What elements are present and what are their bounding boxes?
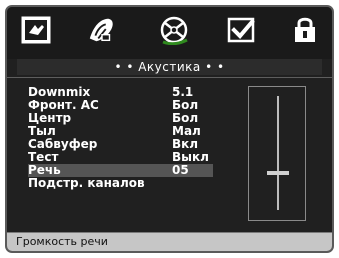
tab-audio[interactable]: [87, 15, 117, 45]
checkbox-icon: [227, 17, 255, 43]
osd-window: • • Акустика • • Downmix 5.1 Фронт. АС Бол Ц…: [5, 5, 334, 253]
lock-icon: [295, 17, 315, 42]
tab-speaker-settings[interactable]: [21, 15, 51, 45]
status-bar: Громкость речи: [7, 233, 332, 251]
speaker-settings-icon: [21, 16, 51, 44]
menu-item-value: 05: [172, 163, 189, 177]
section-title: • • Акустика • •: [17, 59, 322, 75]
menu-item-label: Подстр. каналов: [28, 176, 145, 190]
settings-menu: Downmix 5.1 Фронт. АС Бол Центр Бол Тыл Мал Сабв…: [28, 86, 213, 190]
tab-settings-check[interactable]: [227, 15, 257, 45]
tab-lock[interactable]: [290, 15, 320, 45]
disc-icon: [160, 16, 188, 45]
audio-hand-icon: [89, 18, 113, 42]
tab-disc[interactable]: [159, 15, 189, 45]
divider: [7, 77, 332, 78]
menu-item[interactable]: Подстр. каналов: [28, 177, 213, 190]
slider-handle[interactable]: [267, 171, 289, 175]
volume-slider[interactable]: [248, 86, 306, 221]
slider-track: [277, 96, 279, 210]
tab-bar: [7, 7, 332, 59]
